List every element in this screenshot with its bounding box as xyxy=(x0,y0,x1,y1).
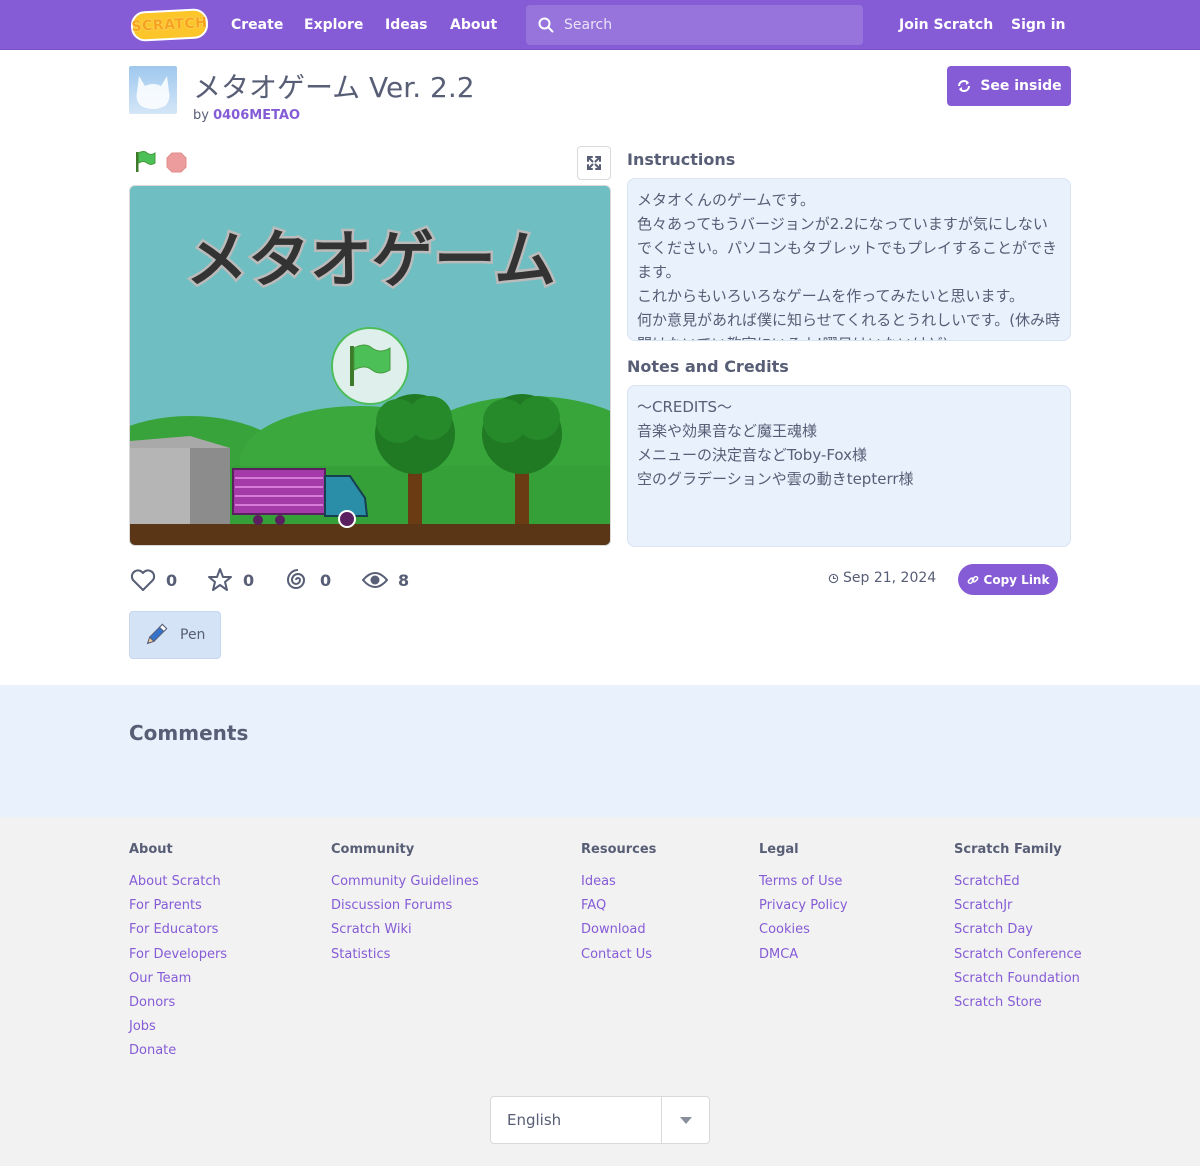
footer-col-about: About About Scratch For Parents For Educ… xyxy=(129,842,227,1064)
pen-icon xyxy=(146,623,168,645)
footer-link[interactable]: For Educators xyxy=(129,918,227,942)
comments-section: Comments xyxy=(0,685,1200,817)
views-stat: 8 xyxy=(362,566,409,594)
logo-text: SCRATCH xyxy=(131,15,208,35)
footer-link[interactable]: Jobs xyxy=(129,1015,227,1039)
join-scratch-link[interactable]: Join Scratch xyxy=(899,0,993,50)
pen-extension-tag: Pen xyxy=(129,611,221,659)
notes-text: 〜CREDITS〜 音楽や効果音など魔王魂様 メニューの決定音などToby-Fo… xyxy=(627,385,1071,547)
see-inside-label: See inside xyxy=(980,78,1062,94)
copy-link-label: Copy Link xyxy=(983,572,1050,587)
project-stage[interactable]: メタオゲーム xyxy=(129,185,611,546)
footer-link[interactable]: Contact Us xyxy=(581,943,656,967)
comments-heading: Comments xyxy=(129,721,249,745)
footer-link[interactable]: Scratch Conference xyxy=(954,943,1082,967)
remix-spiral-icon xyxy=(286,569,306,589)
favorite-count: 0 xyxy=(243,570,255,590)
language-caret[interactable] xyxy=(661,1097,709,1143)
footer-col-scratch-family: Scratch Family ScratchEd ScratchJr Scrat… xyxy=(954,842,1082,1015)
eye-icon xyxy=(362,572,388,588)
love-count: 0 xyxy=(166,570,178,590)
star-icon xyxy=(208,568,232,591)
footer-link[interactable]: Community Guidelines xyxy=(331,870,479,894)
chevron-down-icon xyxy=(679,1116,692,1124)
project-title: メタオゲーム Ver. 2.2 xyxy=(193,71,475,104)
instructions-heading: Instructions xyxy=(627,150,736,169)
fullscreen-button[interactable] xyxy=(577,146,611,180)
footer-link[interactable]: ScratchEd xyxy=(954,870,1082,894)
footer-link[interactable]: Scratch Foundation xyxy=(954,967,1082,991)
footer-link[interactable]: About Scratch xyxy=(129,870,227,894)
instructions-text: メタオくんのゲームです。 色々あってもうバージョンが2.2になっていますが気にし… xyxy=(627,178,1071,341)
footer-link[interactable]: Discussion Forums xyxy=(331,894,479,918)
author-avatar[interactable] xyxy=(129,66,177,114)
share-date: Sep 21, 2024 xyxy=(828,570,936,586)
footer-link[interactable]: Cookies xyxy=(759,918,848,942)
stop-icon[interactable] xyxy=(166,152,187,173)
favorite-stat[interactable]: 0 xyxy=(207,566,254,594)
author-link[interactable]: 0406METAO xyxy=(213,108,300,123)
footer-link[interactable]: Our Team xyxy=(129,967,227,991)
view-count: 8 xyxy=(398,570,410,590)
footer-link[interactable]: For Parents xyxy=(129,894,227,918)
footer-link[interactable]: Privacy Policy xyxy=(759,894,848,918)
green-flag-icon[interactable] xyxy=(133,150,157,174)
remix-count: 0 xyxy=(320,570,332,590)
footer-col-resources: Resources Ideas FAQ Download Contact Us xyxy=(581,842,656,967)
footer-col-community: Community Community Guidelines Discussio… xyxy=(331,842,479,967)
search-icon xyxy=(538,17,554,33)
footer-link[interactable]: DMCA xyxy=(759,943,848,967)
byline: by 0406METAO xyxy=(193,108,300,123)
top-nav: SCRATCH Create Explore Ideas About Join … xyxy=(0,0,1200,50)
footer-col-legal: Legal Terms of Use Privacy Policy Cookie… xyxy=(759,842,848,967)
search-box xyxy=(526,5,863,45)
date-text: Sep 21, 2024 xyxy=(843,570,937,586)
footer-col-title: Resources xyxy=(581,842,657,857)
scratch-logo[interactable]: SCRATCH xyxy=(130,8,209,42)
by-label: by xyxy=(193,108,209,123)
footer-link[interactable]: FAQ xyxy=(581,894,656,918)
remix-stat: 0 xyxy=(286,566,331,594)
link-icon xyxy=(967,575,978,584)
footer-link[interactable]: Scratch Store xyxy=(954,991,1082,1015)
cat-silhouette-icon xyxy=(136,76,170,109)
footer-col-title: Community xyxy=(331,842,415,857)
stage-scene: メタオゲーム xyxy=(130,186,610,545)
date-icon xyxy=(828,573,839,583)
love-stat[interactable]: 0 xyxy=(130,566,177,594)
nav-ideas[interactable]: Ideas xyxy=(385,0,428,50)
fullscreen-icon xyxy=(587,156,601,170)
footer-col-title: About xyxy=(129,842,173,857)
search-input[interactable] xyxy=(564,5,854,45)
footer-link[interactable]: For Developers xyxy=(129,943,227,967)
footer-link[interactable]: ScratchJr xyxy=(954,894,1082,918)
footer-link[interactable]: Scratch Day xyxy=(954,918,1082,942)
nav-about[interactable]: About xyxy=(450,0,497,50)
heart-icon xyxy=(130,569,156,591)
pen-label: Pen xyxy=(180,627,206,643)
footer-col-title: Legal xyxy=(759,842,799,857)
footer: About About Scratch For Parents For Educ… xyxy=(0,817,1200,1166)
see-inside-button[interactable]: See inside xyxy=(947,66,1071,106)
copy-link-button[interactable]: Copy Link xyxy=(958,564,1058,595)
footer-link[interactable]: Terms of Use xyxy=(759,870,848,894)
language-select[interactable]: English xyxy=(490,1096,710,1144)
remix-arrows-icon xyxy=(958,80,971,92)
footer-link[interactable]: Scratch Wiki xyxy=(331,918,479,942)
sign-in-link[interactable]: Sign in xyxy=(1011,0,1066,50)
footer-link[interactable]: Download xyxy=(581,918,656,942)
footer-link[interactable]: Ideas xyxy=(581,870,656,894)
stage-title-text: メタオゲーム xyxy=(186,223,556,296)
notes-heading: Notes and Credits xyxy=(627,357,789,376)
language-value: English xyxy=(507,1111,562,1129)
nav-create[interactable]: Create xyxy=(231,0,283,50)
footer-link[interactable]: Donate xyxy=(129,1039,227,1063)
footer-col-title: Scratch Family xyxy=(954,842,1062,857)
footer-link[interactable]: Statistics xyxy=(331,943,479,967)
footer-link[interactable]: Donors xyxy=(129,991,227,1015)
nav-explore[interactable]: Explore xyxy=(304,0,363,50)
